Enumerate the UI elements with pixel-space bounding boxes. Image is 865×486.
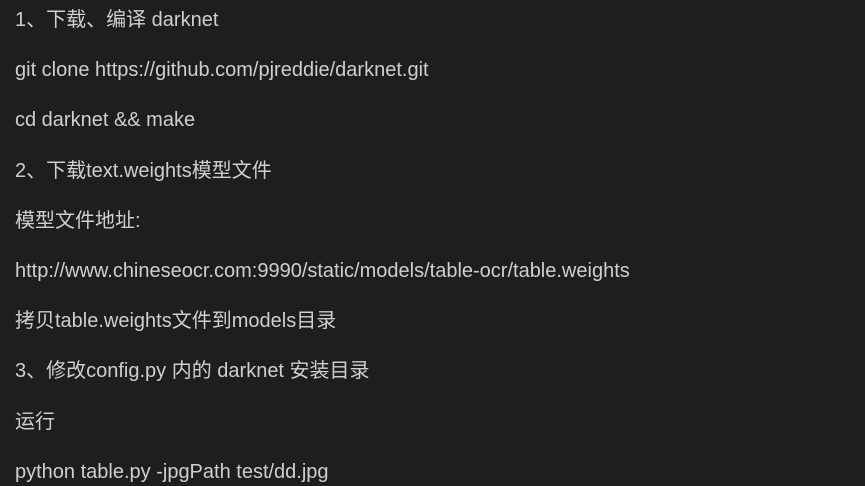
step-2-heading: 2、下载text.weights模型文件 — [15, 159, 272, 182]
step-1-heading: 1、下载、编译 darknet — [15, 9, 219, 31]
document-view: 1、下载、编译 darknet git clone https://github… — [0, 0, 865, 486]
model-url-text: http://www.chineseocr.com:9990/static/mo… — [15, 259, 630, 282]
instruction-lines: 1、下载、编译 darknet git clone https://github… — [15, 6, 857, 486]
make-command: cd darknet && make — [15, 109, 196, 132]
python-command: python table.py -jpgPath test/dd.jpg — [15, 460, 329, 483]
run-label: 运行 — [15, 410, 55, 433]
copy-instruction: 拷贝table.weights文件到models目录 — [15, 310, 337, 333]
step-3-heading: 3、修改config.py 内的 darknet 安装目录 — [15, 360, 370, 383]
model-address-label: 模型文件地址: — [15, 209, 141, 232]
git-clone-command: git clone https://github.com/pjreddie/da… — [15, 59, 429, 82]
